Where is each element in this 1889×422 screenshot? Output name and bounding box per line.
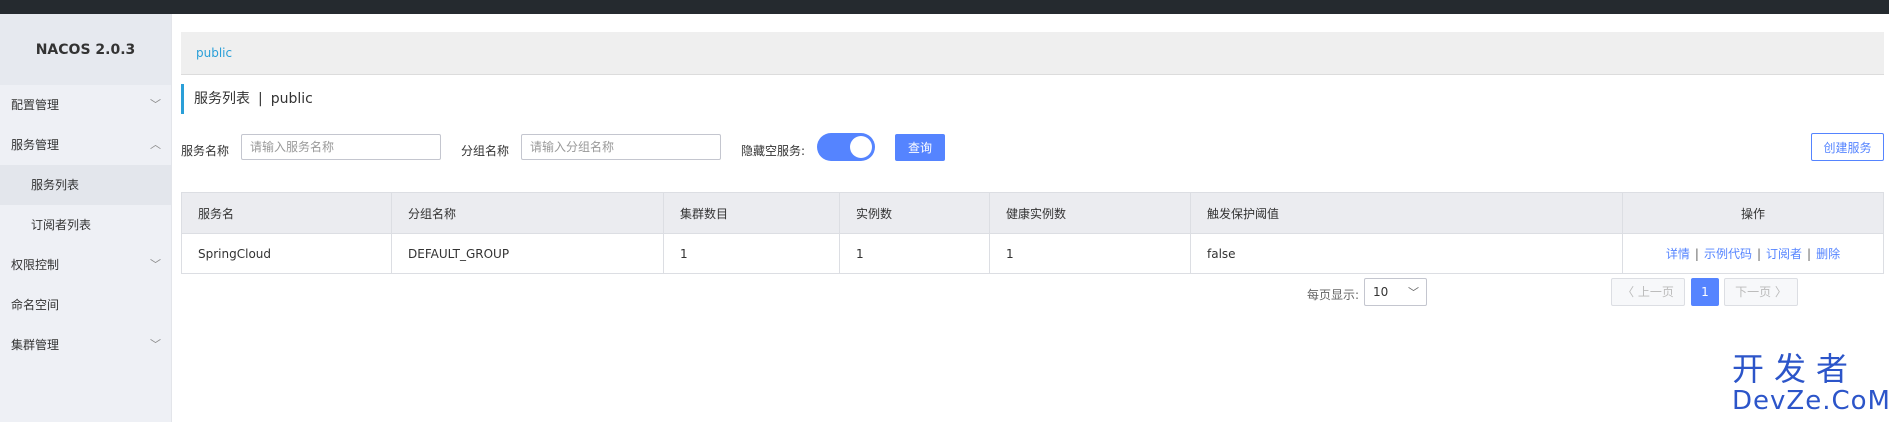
sidebar-item-config[interactable]: 配置管理 ﹀ [0, 85, 171, 125]
service-name-input[interactable] [241, 134, 441, 160]
col-header-healthy-count: 健康实例数 [989, 192, 1191, 234]
sidebar-item-cluster[interactable]: 集群管理 ﹀ [0, 325, 171, 365]
cell-healthy-count: 1 [989, 233, 1191, 274]
sidebar-item-subscribers[interactable]: 订阅者列表 [0, 205, 171, 245]
page-size-value: 10 [1373, 285, 1389, 299]
cell-instance-count: 1 [839, 233, 990, 274]
chevron-down-icon: ﹀ [150, 258, 161, 271]
cell-cluster-count: 1 [663, 233, 840, 274]
subscribers-link[interactable]: 订阅者 [1766, 247, 1802, 261]
op-separator: | [1756, 247, 1762, 261]
hide-empty-label: 隐藏空服务: [741, 144, 806, 158]
sidebar-item-service-list[interactable]: 服务列表 [0, 165, 171, 205]
sidebar-item-label: 命名空间 [11, 298, 60, 312]
service-name-label: 服务名称 [181, 144, 230, 158]
group-name-label: 分组名称 [461, 144, 510, 158]
cell-operations: 详情 | 示例代码 | 订阅者 | 删除 [1622, 233, 1884, 274]
delete-link[interactable]: 删除 [1816, 247, 1840, 261]
cell-protect-threshold: false [1190, 233, 1623, 274]
main-content: public 服务列表 | public 服务名称 分组名称 隐藏空服务: 查询 创… [181, 14, 1889, 422]
chevron-down-icon: ﹀ [150, 98, 161, 111]
page-number-button[interactable]: 1 [1691, 278, 1719, 306]
col-header-cluster-count: 集群数目 [663, 192, 840, 234]
op-separator: | [1694, 247, 1699, 261]
namespace-bar: public [181, 32, 1884, 75]
op-separator: | [1807, 247, 1812, 261]
title-separator: | [258, 91, 263, 107]
chevron-down-icon: ﹀ [1408, 286, 1419, 299]
sidebar-item-label: 集群管理 [11, 338, 60, 352]
toggle-knob [850, 136, 872, 158]
watermark-logo: 开发者 DevZe.CoM [1732, 352, 1889, 416]
page-title: 服务列表 | public [181, 84, 313, 114]
sidebar-item-label: 服务管理 [11, 138, 60, 152]
sidebar-item-namespace[interactable]: 命名空间 [0, 285, 171, 325]
cell-group-name: DEFAULT_GROUP [391, 233, 664, 274]
per-page-label: 每页显示: [1307, 288, 1360, 302]
col-header-group-name: 分组名称 [391, 192, 664, 234]
watermark-line1: 开发者 [1732, 350, 1859, 388]
sidebar-item-label: 服务列表 [31, 178, 80, 192]
detail-link[interactable]: 详情 [1666, 247, 1690, 261]
sidebar-item-auth[interactable]: 权限控制 ﹀ [0, 245, 171, 285]
group-name-input[interactable] [521, 134, 721, 160]
brand-logo: NACOS 2.0.3 [0, 14, 171, 85]
page-title-text: 服务列表 [194, 91, 250, 107]
create-service-button[interactable]: 创建服务 [1811, 133, 1884, 161]
prev-page-button[interactable]: 〈 上一页 [1611, 278, 1685, 306]
query-button[interactable]: 查询 [895, 134, 945, 161]
sidebar-item-label: 配置管理 [11, 98, 60, 112]
col-header-instance-count: 实例数 [839, 192, 990, 234]
sample-code-link[interactable]: 示例代码 [1704, 247, 1752, 261]
col-header-protect-threshold: 触发保护阈值 [1190, 192, 1623, 234]
sidebar-item-service[interactable]: 服务管理 ︿ [0, 125, 171, 165]
col-header-operations: 操作 [1622, 192, 1884, 234]
cell-service-name: SpringCloud [181, 233, 392, 274]
watermark-line2: DevZe.CoM [1732, 386, 1889, 416]
col-header-service-name: 服务名 [181, 192, 392, 234]
sidebar: NACOS 2.0.3 配置管理 ﹀ 服务管理 ︿ 服务列表 订阅者列表 权限控… [0, 14, 172, 422]
next-page-button[interactable]: 下一页 〉 [1724, 278, 1798, 306]
top-bar [0, 0, 1889, 14]
table-header-row: 服务名 分组名称 集群数目 实例数 健康实例数 触发保护阈值 操作 [181, 192, 1884, 234]
page-size-select[interactable]: 10 ﹀ [1364, 278, 1427, 306]
chevron-down-icon: ﹀ [150, 338, 161, 351]
sidebar-item-label: 权限控制 [11, 258, 60, 272]
service-table: 服务名 分组名称 集群数目 实例数 健康实例数 触发保护阈值 操作 Spring… [181, 192, 1884, 274]
table-row: SpringCloud DEFAULT_GROUP 1 1 1 false 详情… [181, 233, 1884, 274]
page-title-namespace: public [270, 91, 313, 107]
namespace-link[interactable]: public [196, 46, 232, 60]
sidebar-item-label: 订阅者列表 [31, 218, 92, 232]
hide-empty-toggle[interactable] [817, 133, 875, 161]
chevron-up-icon: ︿ [150, 138, 161, 151]
